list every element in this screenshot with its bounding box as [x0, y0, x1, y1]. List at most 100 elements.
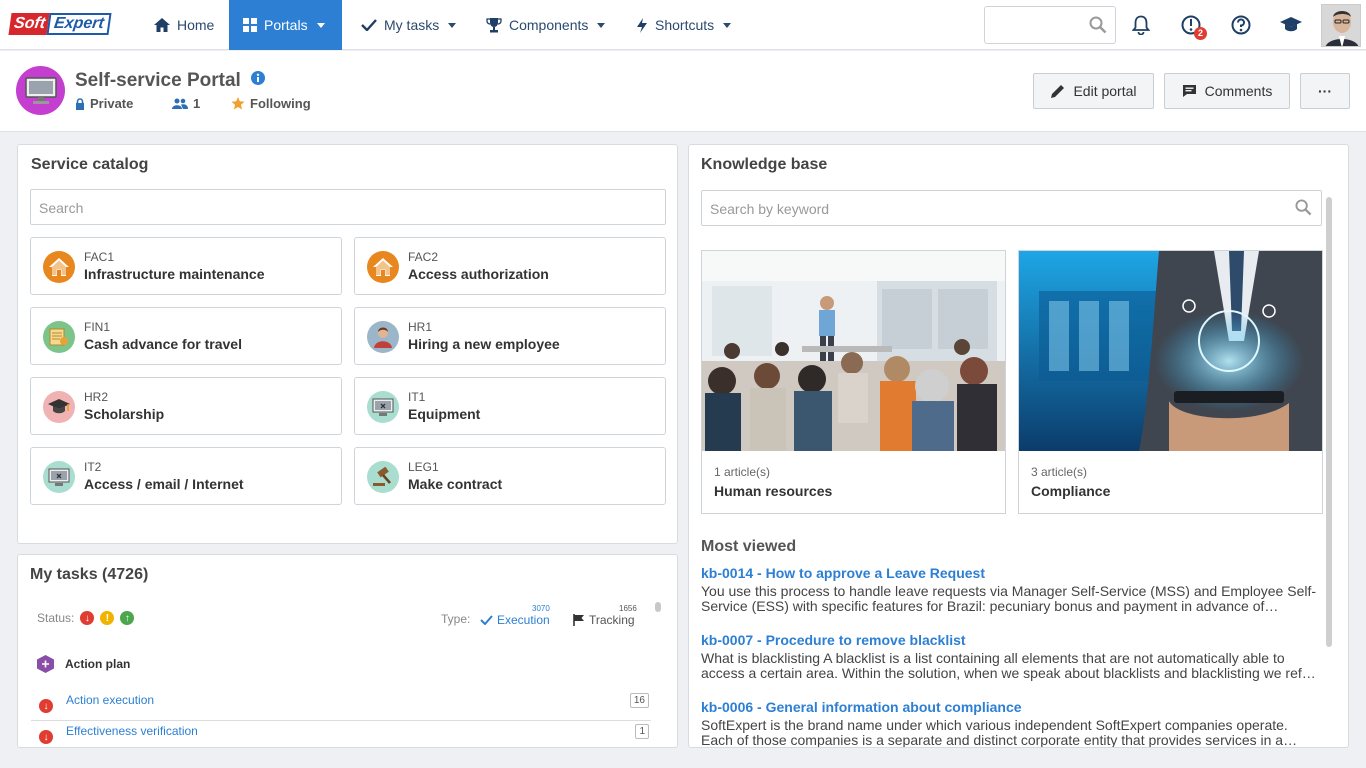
- nav-my-tasks-label: My tasks: [384, 17, 440, 33]
- global-search-input[interactable]: [984, 6, 1116, 44]
- graduation-cap-icon: [43, 391, 75, 423]
- kb-article-link[interactable]: kb-0007 - Procedure to remove blacklist: [701, 632, 966, 648]
- members-count[interactable]: 1: [172, 96, 200, 111]
- my-tasks-card: My tasks (4726) Status: ↓ ! ↑ Type: 3070…: [17, 554, 678, 748]
- service-name: Access / email / Internet: [84, 476, 244, 492]
- privacy-status: Private: [75, 96, 133, 111]
- kb-category-count: 1 article(s): [714, 465, 771, 479]
- status-warning-icon[interactable]: !: [100, 611, 115, 625]
- help-icon[interactable]: [1228, 12, 1254, 38]
- service-item[interactable]: FAC1 Infrastructure maintenance: [30, 237, 342, 295]
- nav-components[interactable]: Components: [472, 0, 619, 50]
- house-icon: [43, 251, 75, 283]
- checkmark-icon: [480, 615, 493, 625]
- comments-label: Comments: [1204, 83, 1273, 99]
- logo-part-soft: Soft: [8, 13, 51, 35]
- status-late-icon[interactable]: ↓: [80, 611, 95, 625]
- service-name: Hiring a new employee: [408, 336, 560, 352]
- more-options-button[interactable]: ···: [1300, 73, 1350, 109]
- task-row-count: 16: [629, 693, 649, 708]
- task-row-label: Action execution: [66, 693, 155, 707]
- portal-title: Self-service Portal: [75, 70, 266, 92]
- service-item[interactable]: FIN1 Cash advance for travel: [30, 307, 342, 365]
- kb-category-name: Compliance: [1031, 483, 1111, 499]
- nav-shortcuts-label: Shortcuts: [655, 17, 715, 33]
- tasks-scrollbar[interactable]: [655, 602, 661, 612]
- comments-button[interactable]: Comments: [1164, 73, 1290, 109]
- nav-home-label: Home: [177, 17, 215, 33]
- comment-icon: [1182, 85, 1196, 97]
- human-resources-image: [702, 251, 1005, 451]
- type-tracking[interactable]: 1656 Tracking: [573, 604, 637, 627]
- lock-icon: [76, 97, 84, 110]
- softexpert-logo[interactable]: Soft Expert: [8, 13, 112, 37]
- portal-header: Self-service Portal Private 1 Following …: [0, 51, 1366, 132]
- most-viewed-title: Most viewed: [701, 538, 797, 555]
- nav-home[interactable]: Home: [140, 0, 228, 50]
- service-code: FAC2: [408, 250, 439, 264]
- service-code: HR1: [408, 320, 433, 334]
- hexagon-icon: [37, 655, 54, 673]
- knowledge-base-card: Knowledge base Search by keyword 1 artic…: [688, 144, 1349, 748]
- action-plan-label: Action plan: [65, 657, 131, 671]
- following-status[interactable]: Following: [231, 96, 311, 111]
- kb-article-summary: What is blacklisting A blacklist is a li…: [701, 651, 1316, 681]
- service-item[interactable]: LEG1 Make contract: [354, 447, 666, 505]
- kb-article-summary: SoftExpert is the brand name under which…: [701, 718, 1298, 748]
- trophy-icon: [486, 17, 502, 32]
- star-icon: [231, 97, 245, 110]
- monitor-icon: [24, 76, 57, 104]
- status-label: Status:: [37, 611, 75, 625]
- execution-label: Execution: [497, 613, 550, 627]
- nav-portals[interactable]: Portals: [229, 0, 342, 50]
- chevron-down-icon: [316, 22, 325, 28]
- tracking-label: Tracking: [589, 613, 635, 627]
- money-icon: [43, 321, 75, 353]
- info-icon[interactable]: [251, 71, 266, 85]
- notifications-bell-icon[interactable]: [1128, 12, 1154, 38]
- service-item[interactable]: IT2 Access / email / Internet: [30, 447, 342, 505]
- graduation-cap-icon[interactable]: [1278, 12, 1304, 38]
- user-avatar[interactable]: [1321, 4, 1361, 47]
- service-item[interactable]: FAC2 Access authorization: [354, 237, 666, 295]
- kb-article-link[interactable]: kb-0014 - How to approve a Leave Request: [701, 565, 985, 581]
- chevron-down-icon: [723, 22, 732, 28]
- search-icon: [1295, 199, 1312, 216]
- service-name: Scholarship: [84, 406, 165, 422]
- notification-badge: 2: [1194, 27, 1207, 40]
- task-row[interactable]: ↓ Action execution 16: [31, 691, 651, 721]
- service-item[interactable]: IT1 Equipment: [354, 377, 666, 435]
- checkmark-icon: [361, 19, 377, 31]
- service-item[interactable]: HR1 Hiring a new employee: [354, 307, 666, 365]
- chevron-down-icon: [448, 22, 457, 28]
- flag-icon: [573, 614, 584, 626]
- kb-category-human-resources[interactable]: 1 article(s) Human resources: [701, 250, 1006, 514]
- action-plan-group[interactable]: Action plan: [37, 655, 130, 673]
- users-icon: [172, 98, 188, 109]
- task-row[interactable]: ↓ Effectiveness verification 1: [31, 722, 651, 747]
- service-item[interactable]: HR2 Scholarship: [30, 377, 342, 435]
- catalog-search-placeholder: Search: [39, 200, 84, 216]
- nav-shortcuts[interactable]: Shortcuts: [622, 0, 745, 50]
- nav-components-label: Components: [509, 17, 589, 33]
- edit-portal-button[interactable]: Edit portal: [1033, 73, 1154, 109]
- portals-grid-icon: [243, 18, 257, 32]
- search-icon: [1089, 16, 1107, 34]
- logo-part-expert: Expert: [46, 13, 112, 35]
- status-ontime-icon[interactable]: ↑: [120, 611, 135, 625]
- type-execution[interactable]: 3070 Execution: [480, 604, 550, 627]
- more-options-icon: ···: [1318, 83, 1332, 99]
- kb-search-input[interactable]: Search by keyword: [701, 190, 1322, 226]
- nav-my-tasks[interactable]: My tasks: [347, 0, 470, 50]
- kb-article-link[interactable]: kb-0006 - General information about comp…: [701, 699, 1022, 715]
- edit-portal-label: Edit portal: [1073, 83, 1137, 99]
- tasks-alert-icon[interactable]: 2: [1178, 12, 1207, 40]
- kb-scrollbar[interactable]: [1326, 197, 1332, 647]
- pencil-icon: [1051, 84, 1065, 98]
- service-catalog-title: Service catalog: [31, 156, 149, 173]
- catalog-search-input[interactable]: Search: [30, 189, 666, 225]
- monitor-icon: [43, 461, 75, 493]
- kb-category-compliance[interactable]: 3 article(s) Compliance: [1018, 250, 1323, 514]
- kb-category-name: Human resources: [714, 483, 833, 499]
- top-navbar: Soft Expert Home Portals My tasks Compon…: [0, 0, 1366, 50]
